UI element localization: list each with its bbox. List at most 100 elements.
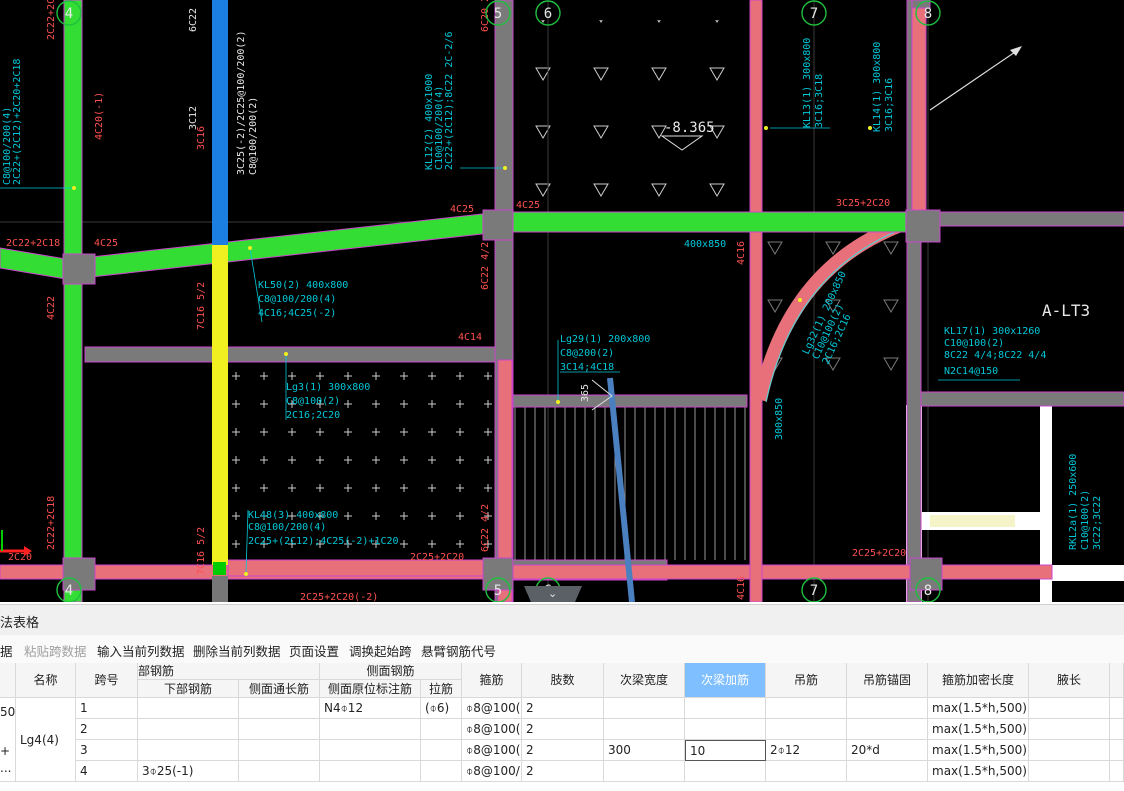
span-cell[interactable]: 4 xyxy=(76,761,138,782)
header-sec-add[interactable]: 次梁加筋 xyxy=(685,663,766,698)
header-legs: 肢数 xyxy=(522,663,604,698)
paste-span-data-button[interactable]: 粘贴跨数据 xyxy=(24,641,87,660)
annotation: N2C14@150 xyxy=(944,366,998,377)
legs-cell[interactable]: 2 xyxy=(522,740,604,761)
cantilever-code-button[interactable]: 悬臂钢筋代号 xyxy=(421,641,496,660)
annotation: 2C22+2C18 xyxy=(46,0,57,40)
stirrup-cell[interactable]: ⌽8@100( xyxy=(462,740,522,761)
annotation: 4C14 xyxy=(458,332,482,343)
sec-width-cell[interactable] xyxy=(604,698,685,719)
haunch-len-cell[interactable] xyxy=(1029,740,1110,761)
annotation: 2C25+2C20 xyxy=(852,548,906,559)
side-orig-cell[interactable] xyxy=(320,740,421,761)
header-side-orig: 侧面原位标注筋 xyxy=(320,680,421,698)
axis-label-5: 5 xyxy=(494,6,502,22)
hanger-anchor-cell[interactable]: 20*d xyxy=(847,740,928,761)
annotation: 4C16 xyxy=(736,241,747,265)
bottom-bar-cell[interactable] xyxy=(138,698,239,719)
header-haunch-len: 腋长 xyxy=(1029,663,1110,698)
annotation: 3C14;4C18 xyxy=(560,362,614,373)
sec-add-cell[interactable] xyxy=(685,719,766,740)
stair-treads xyxy=(512,405,747,560)
dense-len-cell[interactable]: max(1.5*h,500) xyxy=(928,719,1029,740)
hanger-anchor-cell[interactable] xyxy=(847,698,928,719)
cad-drawing-canvas[interactable]: -8.365 A-LT3 KL50(2) 400x800 C8@100/200(… xyxy=(0,0,1124,602)
annotation: Lg3(1) 300x800 xyxy=(286,382,370,393)
side-through-cell[interactable] xyxy=(239,719,320,740)
header-name: 名称 xyxy=(16,663,76,698)
haunch-len-cell[interactable] xyxy=(1029,719,1110,740)
wall-white xyxy=(1052,565,1124,581)
side-through-cell[interactable] xyxy=(239,698,320,719)
slab-hatch-triangles xyxy=(520,20,750,210)
bottom-bar-cell[interactable] xyxy=(138,719,239,740)
delete-column-data-button[interactable]: 删除当前列数据 xyxy=(193,641,281,660)
hanger-anchor-cell[interactable] xyxy=(847,719,928,740)
header-bottom-bar: 下部钢筋 xyxy=(138,680,239,698)
stirrup-cell[interactable]: ⌽8@100/ xyxy=(462,761,522,782)
sec-add-cell[interactable]: 10 xyxy=(685,740,766,761)
panel-collapse-button[interactable]: ⌄ xyxy=(524,586,582,602)
haunch-len-cell[interactable] xyxy=(1029,698,1110,719)
bottom-bar-cell[interactable]: 3⌽25(-1) xyxy=(138,761,239,782)
annotation: 2C22+(2C12);8C22 2C-2/6 xyxy=(444,32,455,170)
stirrup-cell[interactable]: ⌽8@100( xyxy=(462,719,522,740)
span-cell[interactable]: 2 xyxy=(76,719,138,740)
sec-add-cell[interactable] xyxy=(685,698,766,719)
tie-cell[interactable] xyxy=(421,740,462,761)
legs-cell[interactable]: 2 xyxy=(522,719,604,740)
sec-width-cell[interactable] xyxy=(604,761,685,782)
beam-name-cell[interactable]: Lg4(4) xyxy=(16,698,76,782)
tie-cell[interactable] xyxy=(421,719,462,740)
annotation: 7C16 5/2 xyxy=(196,527,207,575)
side-through-cell[interactable] xyxy=(239,740,320,761)
side-orig-cell[interactable] xyxy=(320,761,421,782)
table-toolbar: 据 粘贴跨数据 输入当前列数据 删除当前列数据 页面设置 调换起始跨 悬臂钢筋代… xyxy=(0,635,1124,663)
bottom-bar-cell[interactable] xyxy=(138,740,239,761)
row-cell xyxy=(1110,698,1124,719)
stirrup-cell[interactable]: ⌽8@100( xyxy=(462,698,522,719)
header-hanger-anchor: 吊筋锚固 xyxy=(847,663,928,698)
beam-light xyxy=(930,515,1015,527)
annotation: 3C16;3C18 xyxy=(814,74,825,128)
dense-len-cell[interactable]: max(1.5*h,500) xyxy=(928,698,1029,719)
side-orig-cell[interactable] xyxy=(320,719,421,740)
row-fragment: 50 xyxy=(0,705,16,719)
hanger-cell[interactable] xyxy=(766,761,847,782)
dense-len-cell[interactable]: max(1.5*h,500) xyxy=(928,740,1029,761)
haunch-len-cell[interactable] xyxy=(1029,761,1110,782)
row-cell xyxy=(1110,761,1124,782)
beam-pink xyxy=(911,0,927,213)
annotation: 4C22 xyxy=(46,296,57,320)
annotation: 3C16;3C16 xyxy=(884,78,895,132)
sec-add-cell[interactable] xyxy=(685,761,766,782)
span-cell[interactable]: 3 xyxy=(76,740,138,761)
column-node xyxy=(62,253,96,285)
dense-len-cell[interactable]: max(1.5*h,500) xyxy=(928,761,1029,782)
sec-width-cell[interactable] xyxy=(604,719,685,740)
region-label: A-LT3 xyxy=(1042,301,1090,320)
legs-cell[interactable]: 2 xyxy=(522,761,604,782)
tie-cell[interactable]: (⌽6) xyxy=(421,698,462,719)
header-side-group: 侧面钢筋 xyxy=(320,663,462,680)
side-orig-cell[interactable]: N4⌽12 xyxy=(320,698,421,719)
annotation: KL50(2) 400x800 xyxy=(258,280,348,291)
hanger-anchor-cell[interactable] xyxy=(847,761,928,782)
hanger-cell[interactable] xyxy=(766,719,847,740)
hanger-cell[interactable] xyxy=(766,698,847,719)
page-setup-button[interactable]: 页面设置 xyxy=(289,641,339,660)
annotation: C10@100(2) xyxy=(944,338,1004,349)
axis-label-4: 4 xyxy=(65,6,73,22)
annotation: KL17(1) 300x1260 xyxy=(944,326,1040,337)
side-through-cell[interactable] xyxy=(239,761,320,782)
sec-width-cell[interactable]: 300 xyxy=(604,740,685,761)
hanger-cell[interactable]: 2⌽12 xyxy=(766,740,847,761)
paste-data-button[interactable]: 据 xyxy=(0,641,13,660)
tie-cell[interactable] xyxy=(421,761,462,782)
header-cell xyxy=(1110,663,1124,698)
annotation: 4C20(-1) xyxy=(94,92,105,140)
legs-cell[interactable]: 2 xyxy=(522,698,604,719)
input-column-data-button[interactable]: 输入当前列数据 xyxy=(97,641,185,660)
swap-start-span-button[interactable]: 调换起始跨 xyxy=(349,641,412,660)
span-cell[interactable]: 1 xyxy=(76,698,138,719)
